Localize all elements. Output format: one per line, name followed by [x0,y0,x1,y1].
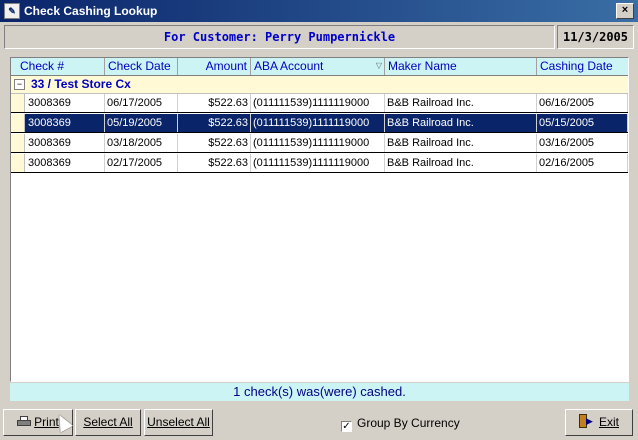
current-date: 11/3/2005 [557,25,634,49]
row-selector[interactable] [11,94,25,112]
window-title: Check Cashing Lookup [24,4,158,18]
cell-maker-name: B&B Railroad Inc. [385,134,537,152]
customer-label: For Customer: Perry Pumpernickle [4,25,555,49]
cell-amount: $522.63 [178,114,251,132]
column-header-row: Check # Check Date Amount ABA Account ▽ M… [11,58,628,76]
column-header-check-number[interactable]: Check # [11,58,105,75]
cell-aba-account: (011111539)1111119000 [251,154,385,172]
cell-check-number: 3008369 [26,134,105,152]
column-header-aba-account-label: ABA Account [254,59,324,73]
cell-check-number: 3008369 [26,94,105,112]
status-bar: 1 check(s) was(were) cashed. [10,383,629,401]
table-row[interactable]: 3008369 02/17/2005 $522.63 (011111539)11111… [11,154,628,173]
group-label: 33 / Test Store Cx [31,77,131,91]
column-header-aba-account[interactable]: ABA Account ▽ [251,58,385,75]
close-button[interactable]: × [616,3,634,19]
column-header-amount[interactable]: Amount [178,58,251,75]
cell-maker-name: B&B Railroad Inc. [385,114,537,132]
cell-check-number: 3008369 [26,114,105,132]
unselect-all-button[interactable]: Unselect All [144,409,213,436]
cell-aba-account: (011111539)1111119000 [251,114,385,132]
sort-descending-icon: ▽ [375,61,382,70]
cell-cashing-date: 02/16/2005 [537,154,628,172]
group-by-currency-label: Group By Currency [357,416,460,430]
cell-check-number: 3008369 [26,154,105,172]
check-document-icon: ✎ [4,3,20,19]
cell-check-date: 06/17/2005 [105,94,178,112]
row-selector[interactable] [11,134,25,152]
cell-aba-account: (011111539)1111119000 [251,134,385,152]
collapse-icon[interactable]: − [14,79,25,90]
printer-icon [17,416,32,427]
cell-cashing-date: 03/16/2005 [537,134,628,152]
cell-check-date: 02/17/2005 [105,154,178,172]
row-selector[interactable] [11,114,25,132]
footer-toolbar: Print Select All Unselect All ✓ Group By … [3,409,635,437]
cell-check-date: 05/19/2005 [105,114,178,132]
exit-door-icon [578,414,593,428]
customer-header: For Customer: Perry Pumpernickle 11/3/20… [4,25,634,49]
cell-amount: $522.63 [178,154,251,172]
exit-button[interactable]: Exit [565,409,633,436]
cell-maker-name: B&B Railroad Inc. [385,94,537,112]
table-row[interactable]: 3008369 06/17/2005 $522.63 (011111539)11111… [11,94,628,113]
row-selector[interactable] [11,154,25,172]
select-all-button[interactable]: Select All [75,409,141,436]
cell-check-date: 03/18/2005 [105,134,178,152]
checks-grid[interactable]: Check # Check Date Amount ABA Account ▽ M… [10,57,629,382]
title-bar: ✎ Check Cashing Lookup × [0,0,638,22]
group-row[interactable]: − 33 / Test Store Cx [11,76,628,94]
cell-maker-name: B&B Railroad Inc. [385,154,537,172]
cell-amount: $522.63 [178,134,251,152]
group-by-currency-option[interactable]: ✓ Group By Currency [341,416,460,432]
column-header-cashing-date[interactable]: Cashing Date [537,58,628,75]
cell-cashing-date: 06/16/2005 [537,94,628,112]
table-row[interactable]: 3008369 03/18/2005 $522.63 (011111539)11111… [11,134,628,153]
group-by-currency-checkbox[interactable]: ✓ [341,421,352,432]
cell-cashing-date: 05/15/2005 [537,114,628,132]
column-header-maker-name[interactable]: Maker Name [385,58,537,75]
table-row[interactable]: 3008369 05/19/2005 $522.63 (011111539)11111… [11,114,628,133]
column-header-check-date[interactable]: Check Date [105,58,178,75]
cell-amount: $522.63 [178,94,251,112]
cell-aba-account: (011111539)1111119000 [251,94,385,112]
